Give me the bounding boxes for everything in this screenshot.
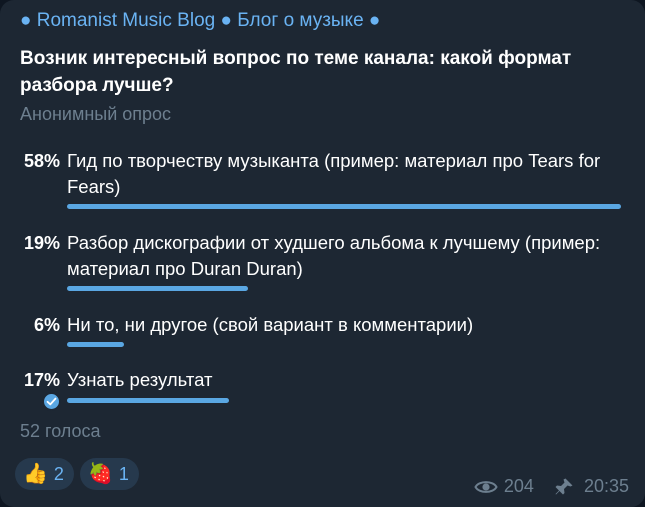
option-result-bar [67,204,621,209]
pin-icon [554,477,574,497]
option-percent: 58% [23,151,60,171]
option-text: Узнать результат [67,369,213,390]
eye-icon [474,478,498,496]
option-percent: 17% [23,370,60,390]
vote-count: 52 голоса [20,421,101,441]
reaction-thumbs-up[interactable]: 👍 2 [15,458,74,490]
poll-message: ● Romanist Music Blog ● Блог о музыке ● … [0,0,645,507]
reaction-strawberry[interactable]: 🍓 1 [80,458,139,490]
option-text: Разбор дискографии от худшего альбома к … [67,232,601,279]
option-result-bar [67,342,124,347]
reaction-count: 2 [53,463,64,484]
option-percent: 19% [23,233,60,253]
option-result-bar [67,398,229,403]
option-result-bar [67,286,248,291]
option-percent: 6% [33,315,60,335]
option-text: Ни то, ни другое (свой вариант в коммент… [67,314,474,335]
poll-question: Возник интересный вопрос по теме канала:… [20,48,572,96]
strawberry-icon: 🍓 [88,463,113,485]
message-meta: 204 20:35 [474,476,629,497]
message-time: 20:35 [583,476,629,496]
option-text: Гид по творчеству музыканта (пример: мат… [67,150,601,197]
thumbs-up-icon: 👍 [23,463,48,485]
selected-check-icon [42,392,61,411]
view-count: 204 [503,476,534,496]
reaction-count: 1 [118,463,129,484]
channel-title[interactable]: ● Romanist Music Blog ● Блог о музыке ● [20,10,380,32]
poll-type-label: Анонимный опрос [20,104,172,124]
